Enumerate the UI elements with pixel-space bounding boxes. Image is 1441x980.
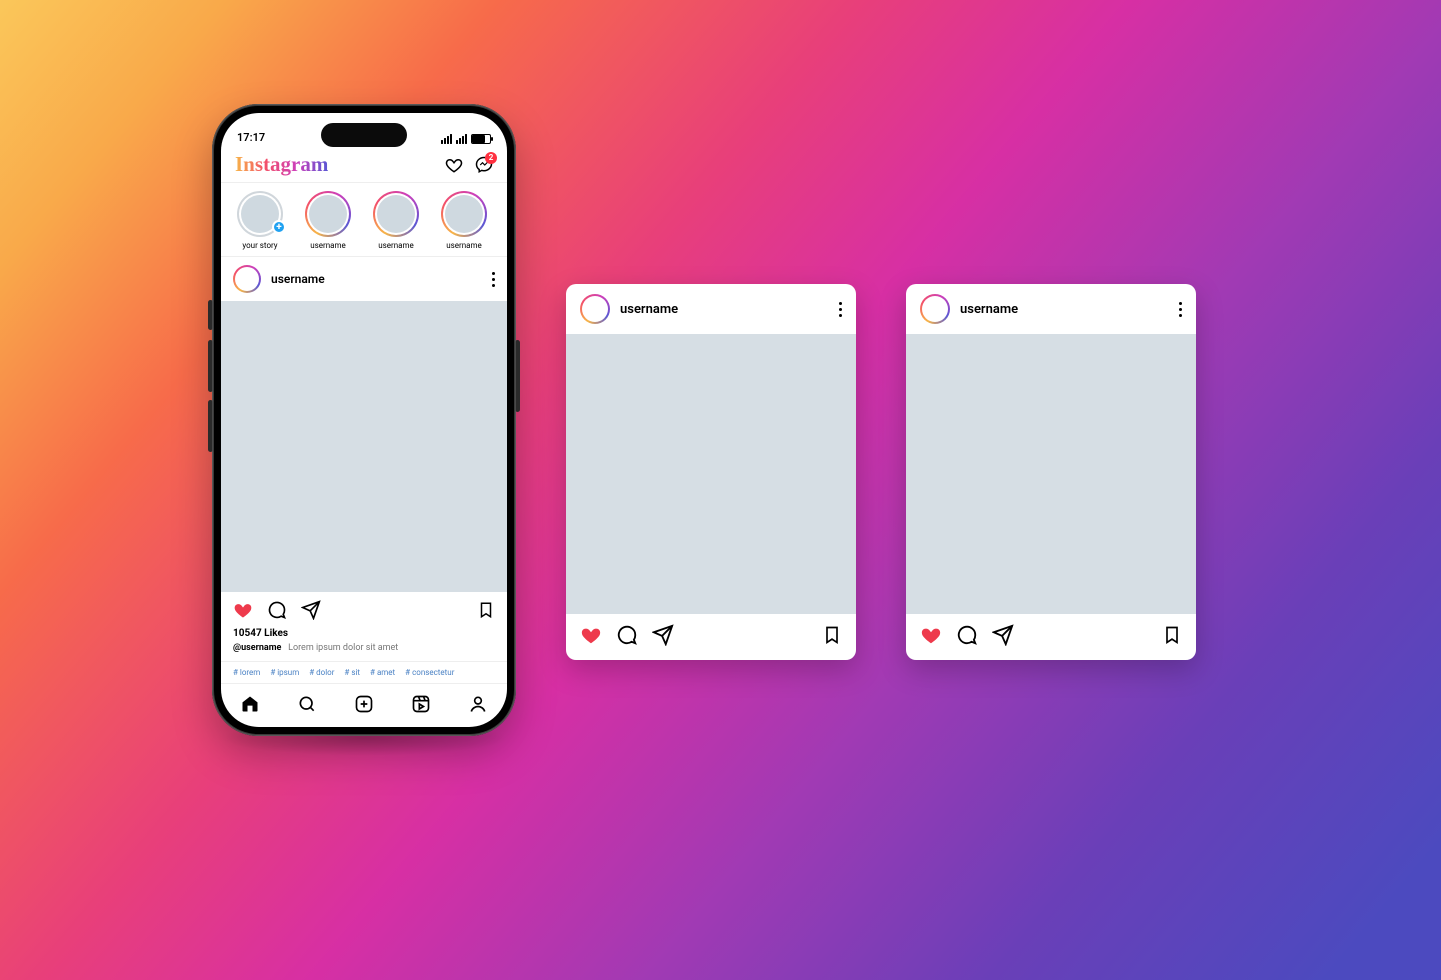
post-more-icon[interactable] [1179, 302, 1182, 317]
likes-count[interactable]: 10547 Likes [221, 628, 507, 639]
phone-side-button [208, 300, 213, 330]
story-your-story[interactable]: + your story [231, 191, 289, 250]
post-image[interactable] [221, 301, 507, 592]
phone-side-button [208, 400, 213, 452]
messages-badge: 2 [485, 152, 497, 164]
activity-icon[interactable] [445, 156, 463, 174]
share-button[interactable] [992, 624, 1014, 650]
story-label: username [446, 241, 482, 250]
story-item[interactable]: username [367, 191, 425, 250]
bookmark-button[interactable] [1162, 625, 1182, 649]
post-header: username [221, 257, 507, 301]
post-avatar[interactable] [233, 265, 261, 293]
nav-search-icon[interactable] [297, 694, 317, 718]
phone-screen: 17:17 Instagram 2 [221, 113, 507, 727]
story-label: username [310, 241, 346, 250]
signal-icon [441, 134, 452, 144]
story-label: your story [242, 241, 277, 250]
like-button[interactable] [233, 600, 253, 624]
share-button[interactable] [652, 624, 674, 650]
post-more-icon[interactable] [492, 272, 495, 287]
phone-side-button [515, 340, 520, 412]
post-actions [221, 592, 507, 628]
nav-home-icon[interactable] [240, 694, 260, 718]
app-header: Instagram 2 [221, 147, 507, 183]
story-item[interactable]: username [299, 191, 357, 250]
nav-create-icon[interactable] [354, 694, 374, 718]
post-card: username [566, 284, 856, 660]
post-caption: @username Lorem ipsum dolor sit amet [221, 639, 507, 662]
messenger-icon[interactable]: 2 [475, 156, 493, 174]
post-image[interactable] [566, 334, 856, 614]
stories-row[interactable]: + your story username username username [221, 183, 507, 257]
hashtag[interactable]: # consectetur [405, 668, 454, 677]
like-button[interactable] [920, 624, 942, 650]
battery-icon [471, 134, 491, 144]
post-avatar[interactable] [580, 294, 610, 324]
hashtag[interactable]: # sit [344, 668, 360, 677]
bookmark-button[interactable] [822, 625, 842, 649]
post-card: username [906, 284, 1196, 660]
feed-post: username 10547 Likes @username [221, 257, 507, 683]
phone-frame: 17:17 Instagram 2 [212, 104, 516, 736]
story-item[interactable]: username [435, 191, 493, 250]
hashtag[interactable]: # ipsum [270, 668, 299, 677]
nav-reels-icon[interactable] [411, 694, 431, 718]
comment-button[interactable] [956, 624, 978, 650]
bookmark-button[interactable] [477, 601, 495, 623]
dynamic-island [321, 123, 407, 147]
hashtag[interactable]: # dolor [309, 668, 334, 677]
add-story-icon[interactable]: + [272, 220, 286, 234]
hashtag[interactable]: # lorem [233, 668, 260, 677]
nav-profile-icon[interactable] [468, 694, 488, 718]
app-logo[interactable]: Instagram [235, 152, 328, 177]
comment-button[interactable] [616, 624, 638, 650]
like-button[interactable] [580, 624, 602, 650]
post-username[interactable]: username [620, 302, 678, 317]
post-avatar[interactable] [920, 294, 950, 324]
post-tags: # lorem # ipsum # dolor # sit # amet # c… [221, 662, 507, 683]
share-button[interactable] [301, 600, 321, 624]
bottom-nav [221, 683, 507, 727]
caption-username[interactable]: @username [233, 643, 281, 653]
phone-side-button [208, 340, 213, 392]
post-more-icon[interactable] [839, 302, 842, 317]
story-label: username [378, 241, 414, 250]
status-time: 17:17 [237, 131, 265, 144]
status-bar: 17:17 [221, 113, 507, 147]
post-username[interactable]: username [960, 302, 1018, 317]
post-image[interactable] [906, 334, 1196, 614]
caption-text: Lorem ipsum dolor sit amet [288, 643, 398, 653]
post-username[interactable]: username [271, 272, 325, 286]
comment-button[interactable] [267, 600, 287, 624]
cellular-icon [456, 134, 467, 144]
hashtag[interactable]: # amet [370, 668, 395, 677]
